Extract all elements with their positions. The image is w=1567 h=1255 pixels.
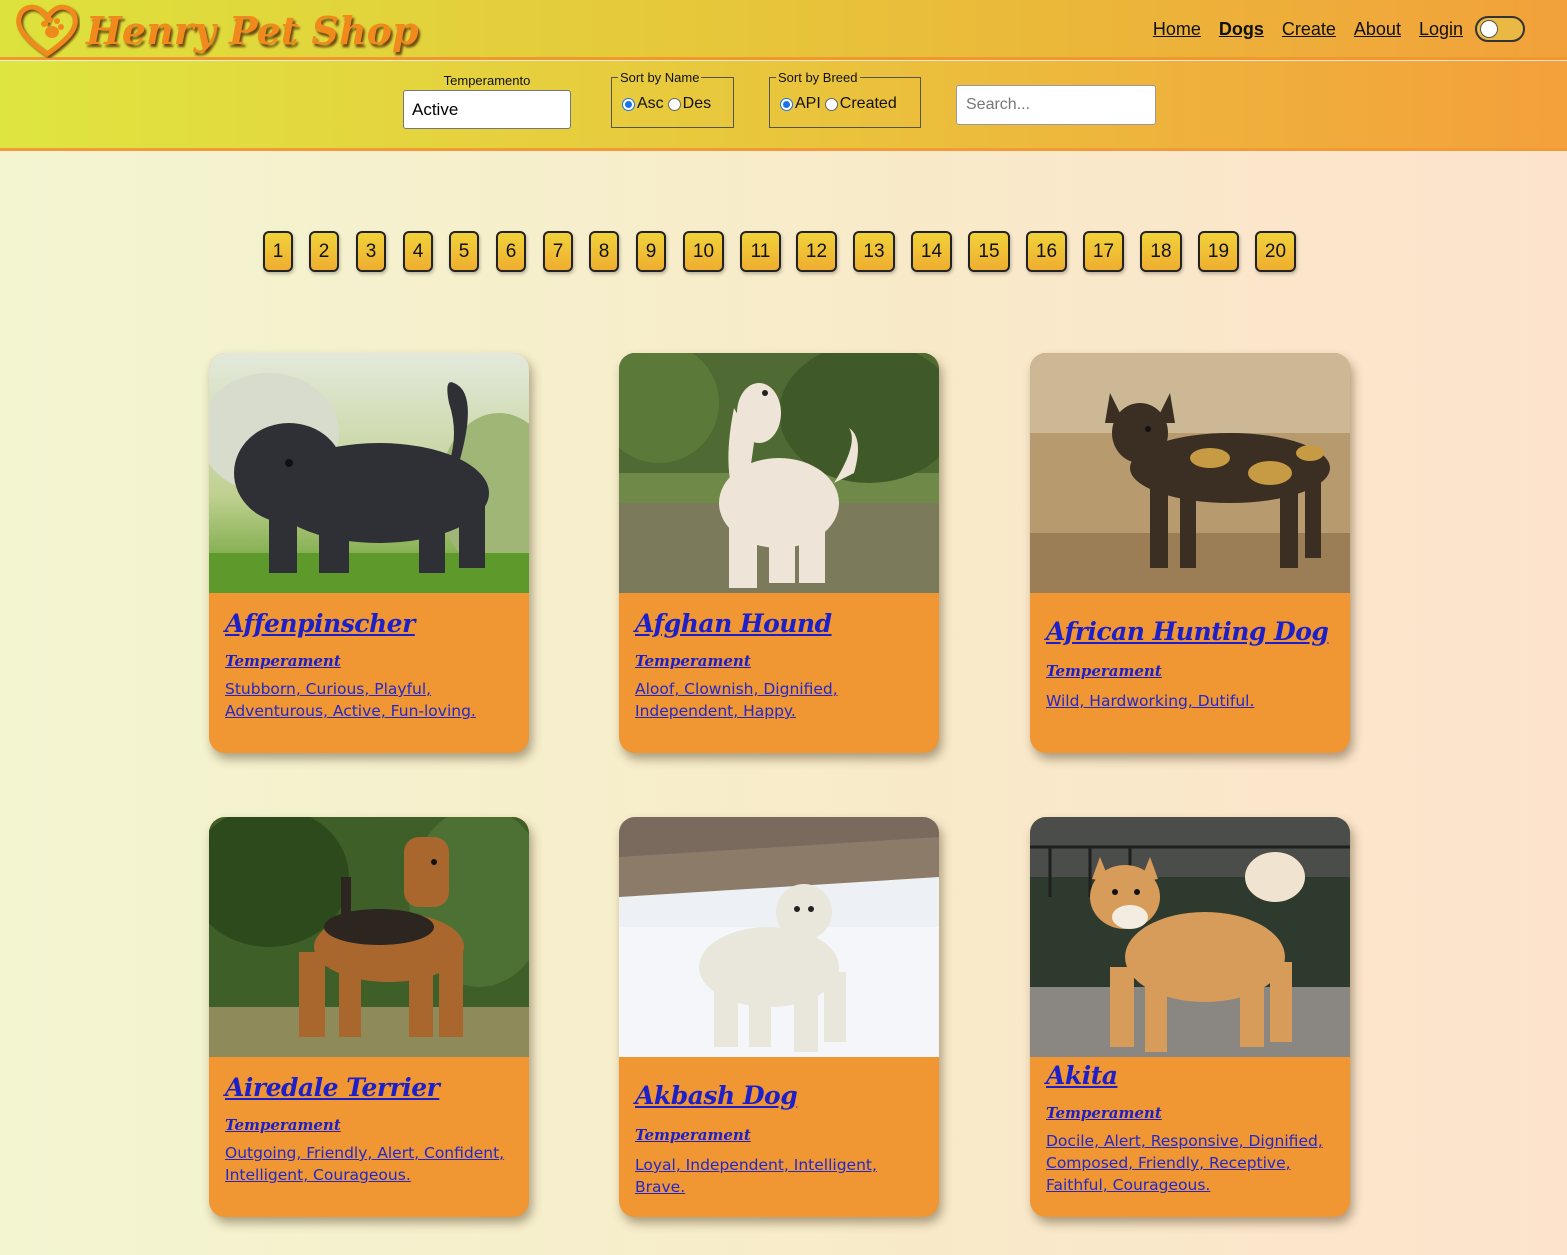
page-button-9[interactable]: 9 — [636, 231, 666, 272]
page-button-2[interactable]: 2 — [309, 231, 339, 272]
card-body: Afghan Hound Temperament Aloof, Clownish… — [635, 593, 925, 753]
page-button-1[interactable]: 1 — [263, 231, 293, 272]
page-button-7[interactable]: 7 — [543, 231, 573, 272]
page-button-18[interactable]: 18 — [1140, 231, 1182, 272]
dog-photo[interactable] — [619, 353, 939, 593]
toggle-knob — [1480, 20, 1498, 38]
temperament-select[interactable]: Active — [403, 90, 571, 129]
dog-card[interactable]: Airedale Terrier Temperament Outgoing, F… — [209, 817, 529, 1217]
search-input[interactable]: Search... — [956, 85, 1156, 125]
sort-asc-radio[interactable] — [622, 97, 635, 111]
page-button-4[interactable]: 4 — [403, 231, 433, 272]
pagination: 1 2 3 4 5 6 7 8 9 10 11 12 13 14 15 16 1… — [0, 231, 1567, 273]
page-button-8[interactable]: 8 — [589, 231, 619, 272]
dog-card[interactable]: Akbash Dog Temperament Loyal, Independen… — [619, 817, 939, 1217]
temperament-text[interactable]: Wild, Hardworking, Dutiful. — [1046, 690, 1336, 712]
dog-photo[interactable] — [1030, 353, 1350, 593]
page-button-5[interactable]: 5 — [449, 231, 479, 272]
sort-by-breed-legend: Sort by Breed — [778, 70, 858, 85]
nav-about-link[interactable]: About — [1354, 19, 1401, 40]
dog-card[interactable]: Afghan Hound Temperament Aloof, Clownish… — [619, 353, 939, 753]
brand-logo[interactable]: Henry Pet Shop — [14, 2, 419, 58]
nav-links: Home Dogs Create About Login — [1153, 16, 1525, 42]
card-body: Affenpinscher Temperament Stubborn, Curi… — [225, 593, 515, 753]
card-body: African Hunting Dog Temperament Wild, Ha… — [1046, 593, 1336, 753]
page-button-12[interactable]: 12 — [796, 231, 837, 272]
nav-login-link[interactable]: Login — [1419, 19, 1463, 40]
dog-name-link[interactable]: Airedale Terrier — [225, 1073, 515, 1102]
temperament-title[interactable]: Temperament — [1046, 662, 1336, 680]
breed-created-label: Created — [839, 95, 897, 112]
breed-api-radio[interactable] — [780, 97, 793, 111]
temperament-text[interactable]: Docile, Alert, Responsive, Dignified, Co… — [1046, 1130, 1336, 1196]
brand-name: Henry Pet Shop — [86, 7, 419, 53]
card-body: Airedale Terrier Temperament Outgoing, F… — [225, 1057, 515, 1217]
nav-dogs-link[interactable]: Dogs — [1219, 19, 1264, 40]
breed-api-label: API — [795, 95, 821, 112]
dog-photo[interactable] — [209, 353, 529, 593]
nav-create-link[interactable]: Create — [1282, 19, 1336, 40]
page-button-15[interactable]: 15 — [968, 231, 1010, 272]
sort-by-name-legend: Sort by Name — [620, 70, 700, 85]
page-button-3[interactable]: 3 — [356, 231, 386, 272]
page-button-17[interactable]: 17 — [1083, 231, 1124, 272]
temperament-title[interactable]: Temperament — [635, 652, 925, 670]
card-body: Akbash Dog Temperament Loyal, Independen… — [635, 1057, 925, 1217]
temperament-text[interactable]: Outgoing, Friendly, Alert, Confident, In… — [225, 1142, 515, 1186]
sort-asc-label: Asc — [637, 95, 664, 112]
temperament-title[interactable]: Temperament — [225, 1116, 515, 1134]
temperament-title[interactable]: Temperament — [1046, 1104, 1336, 1122]
temperament-title[interactable]: Temperament — [635, 1126, 925, 1144]
theme-toggle[interactable] — [1475, 16, 1525, 42]
dog-photo[interactable] — [619, 817, 939, 1057]
dog-card[interactable]: Akita Temperament Docile, Alert, Respons… — [1030, 817, 1350, 1217]
dog-card[interactable]: Affenpinscher Temperament Stubborn, Curi… — [209, 353, 529, 753]
temperament-text[interactable]: Stubborn, Curious, Playful, Adventurous,… — [225, 678, 515, 722]
sort-des-radio[interactable] — [667, 97, 681, 111]
dog-photo[interactable] — [1030, 817, 1350, 1057]
temperament-text[interactable]: Aloof, Clownish, Dignified, Independent,… — [635, 678, 925, 722]
temperament-title[interactable]: Temperament — [225, 652, 515, 670]
dog-photo[interactable] — [209, 817, 529, 1057]
page-button-13[interactable]: 13 — [853, 231, 895, 272]
dog-name-link[interactable]: Akita — [1046, 1061, 1336, 1090]
page-button-16[interactable]: 16 — [1026, 231, 1067, 272]
paw-heart-icon — [16, 4, 78, 58]
dog-name-link[interactable]: African Hunting Dog — [1046, 617, 1336, 646]
sort-des-label: Des — [682, 95, 712, 112]
page-button-6[interactable]: 6 — [496, 231, 526, 272]
page-button-11[interactable]: 11 — [740, 231, 781, 272]
dog-card[interactable]: African Hunting Dog Temperament Wild, Ha… — [1030, 353, 1350, 753]
dog-name-link[interactable]: Akbash Dog — [635, 1081, 925, 1110]
page-button-10[interactable]: 10 — [683, 231, 724, 272]
page-button-20[interactable]: 20 — [1255, 231, 1296, 272]
temperament-text[interactable]: Loyal, Independent, Intelligent, Brave. — [635, 1154, 925, 1198]
sort-by-name-group: Sort by Name Asc Des — [611, 70, 734, 128]
sort-by-breed-group: Sort by Breed API Created — [769, 70, 921, 128]
page-button-14[interactable]: 14 — [911, 231, 952, 272]
nav-home-link[interactable]: Home — [1153, 19, 1201, 40]
dog-name-link[interactable]: Afghan Hound — [635, 609, 925, 638]
card-body: Akita Temperament Docile, Alert, Respons… — [1046, 1057, 1336, 1217]
temperament-filter-label: Temperamento — [443, 73, 531, 88]
breed-created-radio[interactable] — [824, 97, 838, 111]
dog-name-link[interactable]: Affenpinscher — [225, 609, 515, 638]
page-button-19[interactable]: 19 — [1198, 231, 1239, 272]
filter-bar: Temperamento Active Sort by Name Asc Des… — [0, 61, 1567, 151]
navbar: Henry Pet Shop Home Dogs Create About Lo… — [0, 0, 1567, 60]
temperament-filter: Temperamento Active — [403, 73, 571, 129]
